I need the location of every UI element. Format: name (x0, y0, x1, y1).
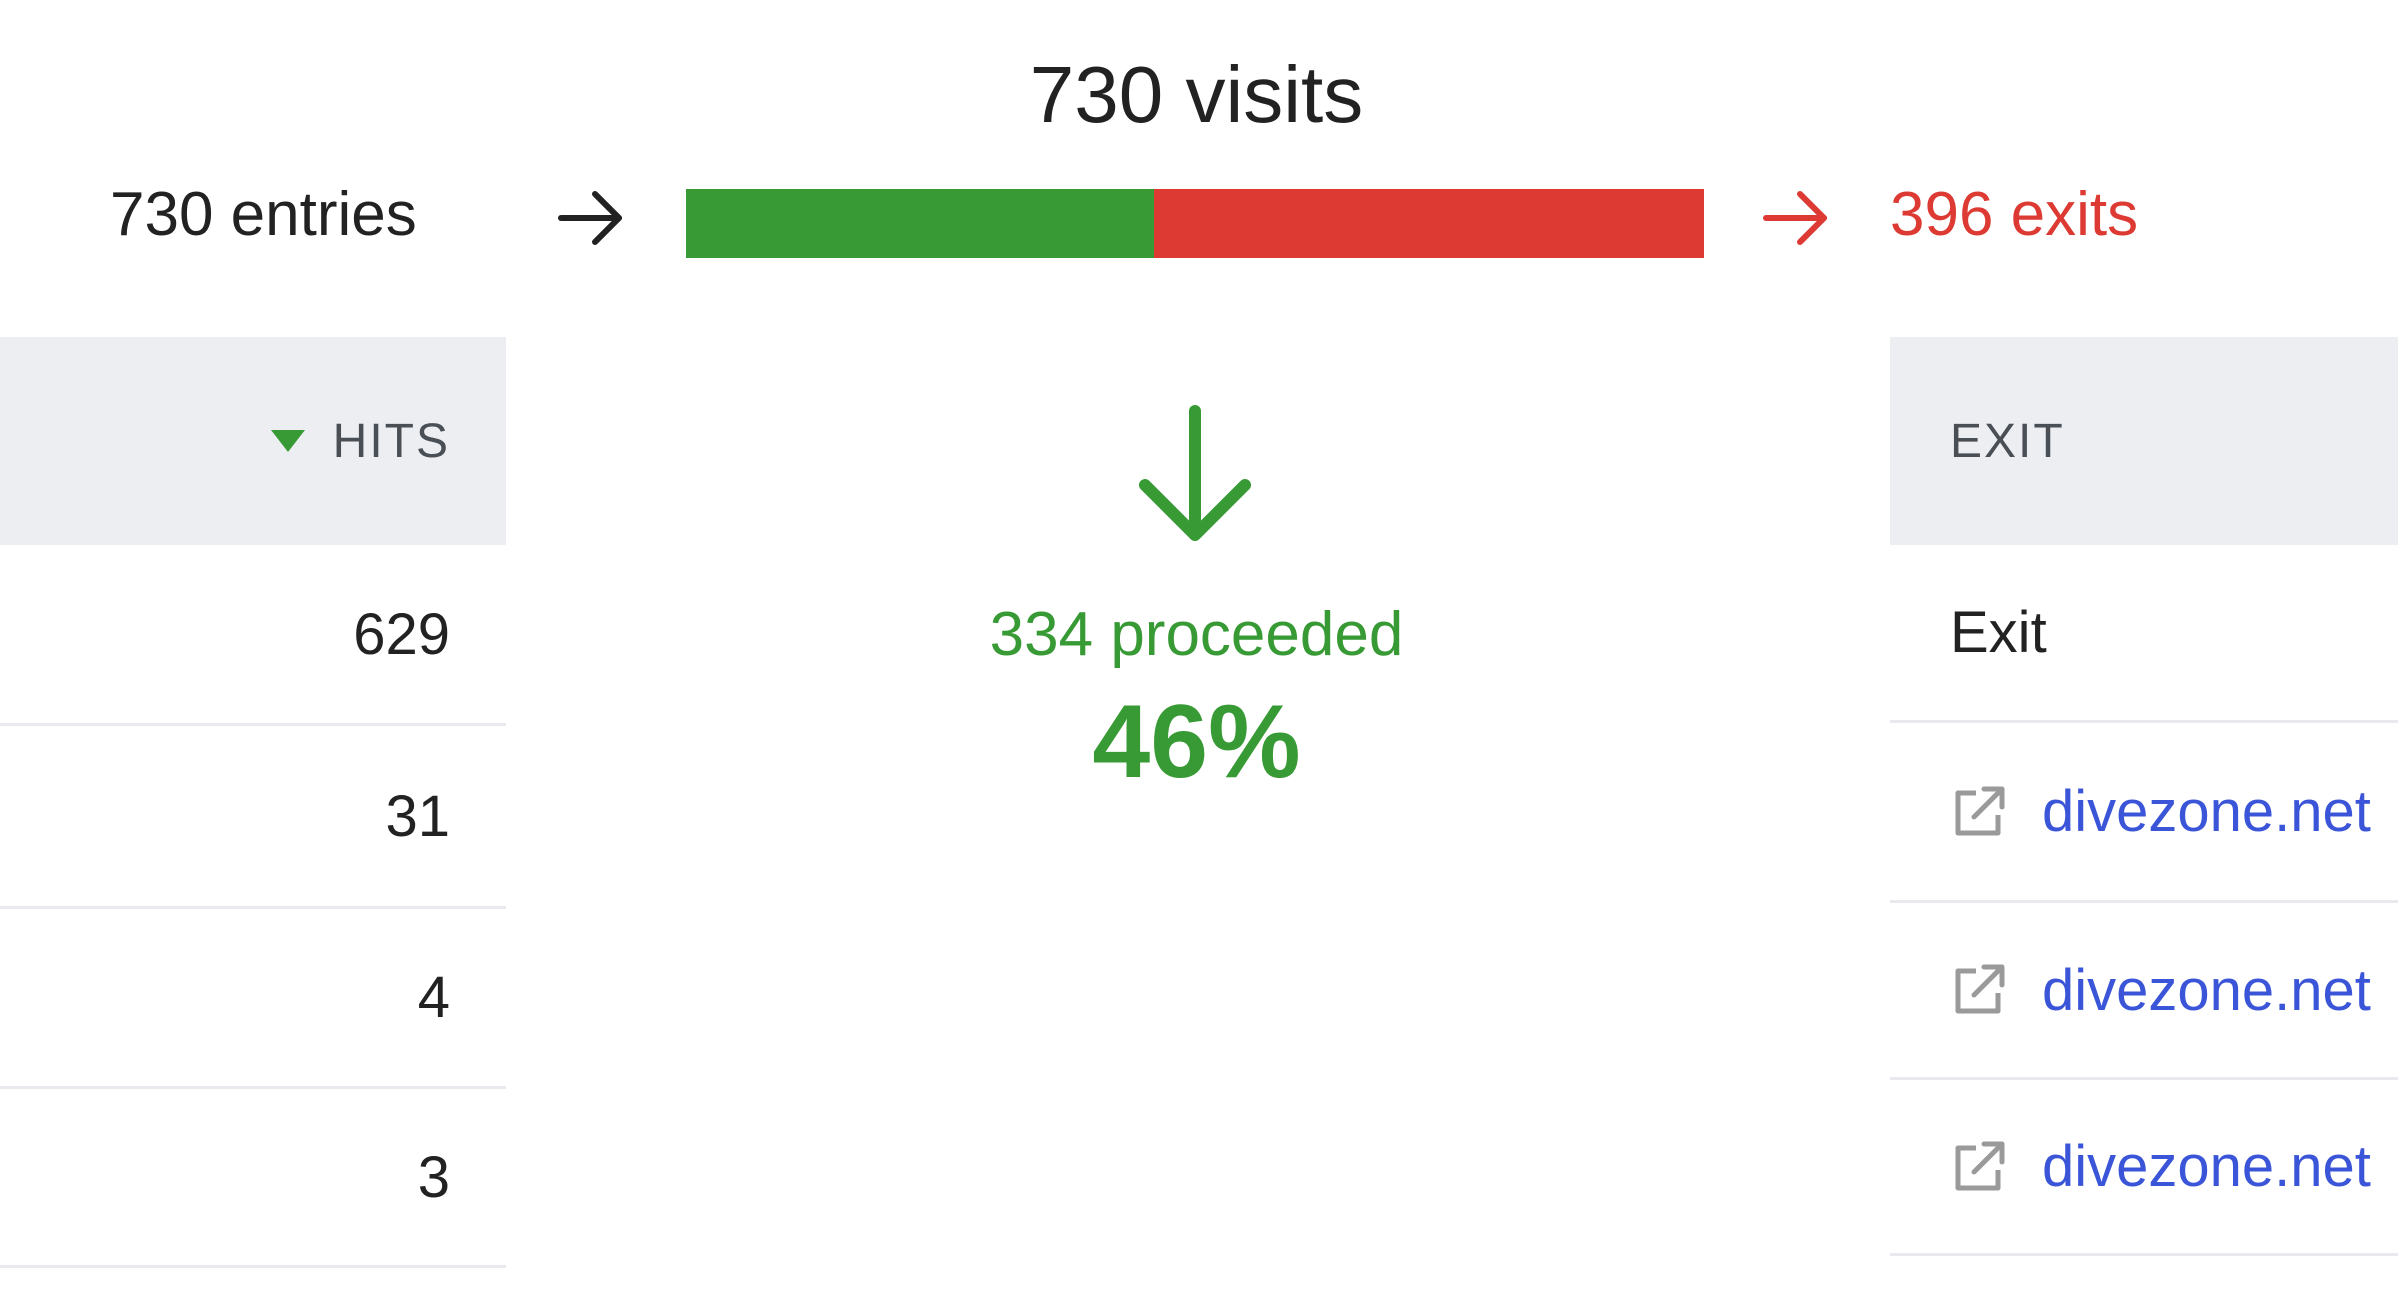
table-row[interactable]: 4 (0, 909, 506, 1089)
exit-link[interactable]: divezone.net (2042, 778, 2371, 845)
visits-count: 730 visits (1029, 50, 1364, 139)
external-link-icon[interactable] (1950, 1138, 2008, 1196)
entries-table-header: HITS (0, 337, 506, 545)
proceeded-percent: 46% (1092, 684, 1301, 800)
external-link-icon[interactable] (1950, 783, 2008, 841)
hits-header-label: HITS (332, 414, 450, 468)
arrow-right-icon (558, 191, 622, 245)
entries-table: HITS 629 31 4 3 (0, 337, 506, 1308)
exits-table: EXIT Exit divezone.net divezone.net dive… (1890, 337, 2398, 1308)
table-row[interactable]: 31 (0, 726, 506, 909)
exit-header-label: EXIT (1950, 414, 2065, 468)
hits-column-header[interactable]: HITS (270, 337, 450, 545)
hits-cell: 4 (417, 965, 450, 1030)
table-row[interactable]: 629 (0, 545, 506, 726)
flow-bar-proceed-fill (686, 189, 1155, 258)
table-row[interactable]: divezone.net (1890, 1080, 2398, 1256)
arrow-down-icon (1139, 405, 1251, 541)
exit-link[interactable]: divezone.net (2042, 957, 2371, 1024)
table-row: Exit (1890, 545, 2398, 723)
exit-label: Exit (1950, 600, 2047, 665)
hits-cell: 31 (385, 783, 450, 849)
table-row[interactable]: divezone.net (1890, 723, 2398, 903)
hits-cell: 629 (353, 601, 450, 667)
exit-column-header: EXIT (1890, 337, 2398, 545)
table-row[interactable]: divezone.net (1890, 903, 2398, 1080)
proceeded-count: 334 proceeded (989, 600, 1404, 669)
sort-descending-icon (270, 430, 305, 452)
exits-count: 396 exits (1890, 180, 2139, 249)
flow-bar (686, 189, 1704, 258)
table-row[interactable]: 3 (0, 1089, 506, 1268)
hits-cell: 3 (417, 1144, 450, 1210)
external-link-icon[interactable] (1950, 961, 2008, 1019)
flow-bar-exit-fill (1154, 189, 1704, 258)
exit-link[interactable]: divezone.net (2042, 1133, 2371, 1200)
exit-arrow-right-icon (1763, 191, 1827, 245)
entries-count: 730 entries (110, 180, 417, 249)
